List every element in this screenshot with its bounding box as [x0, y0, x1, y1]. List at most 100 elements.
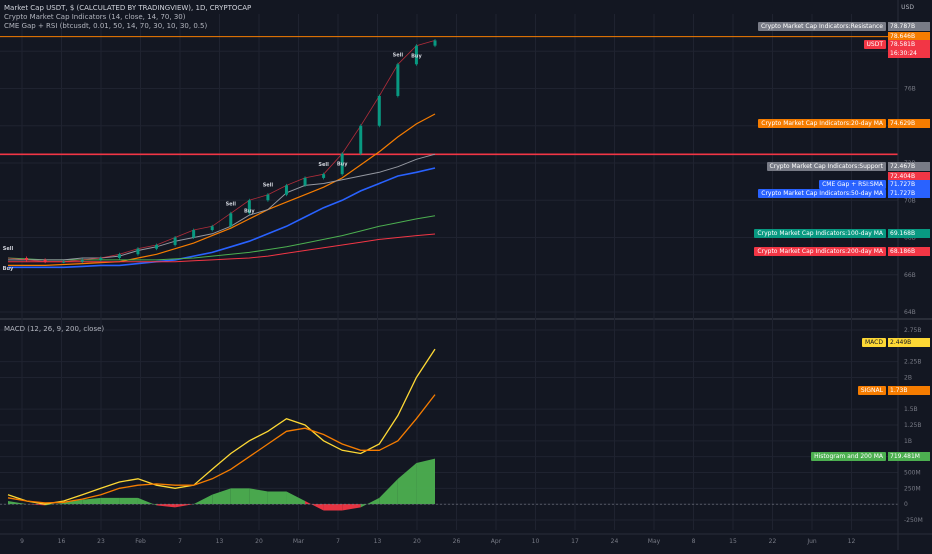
histogram-segment — [286, 491, 306, 505]
time-tick-label: 8 — [692, 538, 696, 545]
price-value-tag: 78.581B — [888, 40, 930, 49]
candle-body — [303, 177, 307, 186]
macd-tick-label: 1.5B — [904, 406, 918, 413]
candles-group — [25, 38, 437, 264]
sell-signal-label: Sell — [393, 52, 404, 58]
macd-series-tag: Histogram and 200 MA — [811, 452, 886, 461]
price-series-tag: Crypto Market Cap Indicators:20-day MA — [758, 119, 886, 128]
time-tick-label: 7 — [336, 538, 340, 545]
price-tick-label: 70B — [904, 197, 916, 204]
macd-tick-label: 250M — [904, 485, 921, 492]
sell-signal-label: Sell — [263, 183, 274, 189]
time-tick-label: 12 — [848, 538, 856, 545]
candle-body — [155, 244, 159, 249]
candle-body — [117, 254, 121, 258]
chart-canvas[interactable]: BuySellSellBuySellSellBuySellBuy 78B76B7… — [0, 0, 932, 550]
time-tick-label: 7 — [178, 538, 182, 545]
candle-body — [62, 261, 66, 263]
time-tick-label: Apr — [491, 538, 502, 545]
macd-legend-title[interactable]: MACD (12, 26, 9, 200, close) — [4, 325, 104, 334]
candle-body — [136, 248, 140, 255]
macd-line-macd — [7, 348, 436, 505]
sell-signal-label: Sell — [226, 201, 237, 207]
price-value-tag: 68.186B — [888, 247, 930, 256]
chart-stage[interactable]: BuySellSellBuySellSellBuySellBuy 78B76B7… — [0, 0, 932, 550]
time-tick-label: 20 — [413, 538, 421, 545]
macd-value-tag: 719.481M — [888, 452, 930, 461]
countdown-tag: 16:30:24 — [888, 49, 930, 58]
histogram-segment — [416, 458, 435, 505]
time-tick-label: 23 — [97, 538, 105, 545]
price-value-tag: 74.629B — [888, 119, 930, 128]
macd-tick-label: 0 — [904, 501, 908, 508]
macd-series-tag: SIGNAL — [857, 386, 886, 395]
candle-body — [210, 226, 214, 231]
price-tick-label: 66B — [904, 272, 916, 279]
grid-lines — [0, 14, 932, 530]
candle-body — [43, 259, 47, 262]
price-value-tag: 71.727B — [888, 189, 930, 198]
legend-indicator-1[interactable]: Crypto Market Cap Indicators (14, close,… — [4, 13, 251, 22]
series-line-200-day-ma — [8, 233, 436, 263]
histogram-segment — [212, 488, 231, 505]
histogram-segment — [156, 504, 176, 508]
price-series-tag: Crypto Market Cap Indicators:Resistance — [757, 22, 886, 31]
histogram-segment — [323, 504, 343, 511]
histogram-segment — [305, 501, 324, 511]
legend-indicator-2[interactable]: CME Gap + RSI (btcusdt, 0.01, 50, 14, 70… — [4, 22, 251, 31]
candle-body — [25, 257, 29, 260]
price-tick-label: 64B — [904, 309, 916, 316]
histogram-segment — [193, 494, 213, 505]
series-line-20-day-ma — [8, 113, 436, 266]
time-tick-label: 17 — [571, 538, 579, 545]
macd-value-tag: 2.449B — [888, 338, 930, 347]
price-series-tag: Crypto Market Cap Indicators:50-day MA — [758, 189, 886, 198]
candle-body — [322, 174, 326, 178]
price-series-tag: USDT — [863, 40, 886, 49]
time-tick-label: 13 — [216, 538, 224, 545]
buy-signal-label: Buy — [337, 162, 348, 168]
histogram-segment — [360, 497, 380, 508]
time-tick-label: 22 — [769, 538, 777, 545]
candle-body — [192, 230, 196, 238]
series-line-cme-gap-rsi — [8, 153, 436, 261]
time-tick-label: 9 — [20, 538, 24, 545]
histogram-segment — [100, 497, 120, 505]
price-value-tag: 71.727B — [888, 180, 930, 189]
candle-body — [229, 213, 233, 227]
legend-main: Market Cap USDT, $ (CALCULATED BY TRADIN… — [4, 4, 251, 31]
buy-signal-label: Buy — [244, 208, 255, 214]
time-tick-label: Mar — [293, 538, 305, 545]
macd-series-tag: MACD — [862, 338, 886, 347]
time-tick-label: May — [648, 538, 661, 545]
macd-tick-label: 1.25B — [904, 422, 921, 429]
macd-value-tag: 1.73B — [888, 386, 930, 395]
macd-tick-label: 2.75B — [904, 327, 921, 334]
chart-title[interactable]: Market Cap USDT, $ (CALCULATED BY TRADIN… — [4, 4, 251, 13]
price-series-tag: Crypto Market Cap Indicators:200-day MA — [754, 247, 886, 256]
histogram-segment — [230, 488, 250, 505]
price-series-tag: Crypto Market Cap Indicators:100-day MA — [754, 229, 886, 238]
price-series-tag: CME Gap + RSI:SMA — [819, 180, 886, 189]
time-tick-label: 13 — [374, 538, 382, 545]
legend-macd: MACD (12, 26, 9, 200, close) — [4, 325, 104, 334]
time-tick-label: 24 — [611, 538, 619, 545]
buy-signal-label: Buy — [411, 54, 422, 60]
time-tick-label: Feb — [135, 538, 146, 545]
candle-body — [99, 257, 103, 260]
macd-tick-label: 500M — [904, 470, 921, 477]
time-tick-label: 15 — [729, 538, 737, 545]
macd-tick-label: -250M — [904, 517, 923, 524]
histogram-segment — [397, 463, 417, 505]
candle-body — [377, 95, 381, 126]
buy-signal-label: Buy — [3, 266, 14, 272]
histogram-segment — [379, 478, 398, 505]
histogram-segment — [249, 488, 268, 505]
currency-label: USD — [901, 4, 914, 11]
candle-body — [396, 64, 400, 96]
macd-tick-label: 1B — [904, 438, 912, 445]
candle-body — [284, 185, 288, 195]
time-tick-label: 10 — [532, 538, 540, 545]
time-tick-label: 26 — [453, 538, 461, 545]
time-tick-label: 20 — [255, 538, 263, 545]
